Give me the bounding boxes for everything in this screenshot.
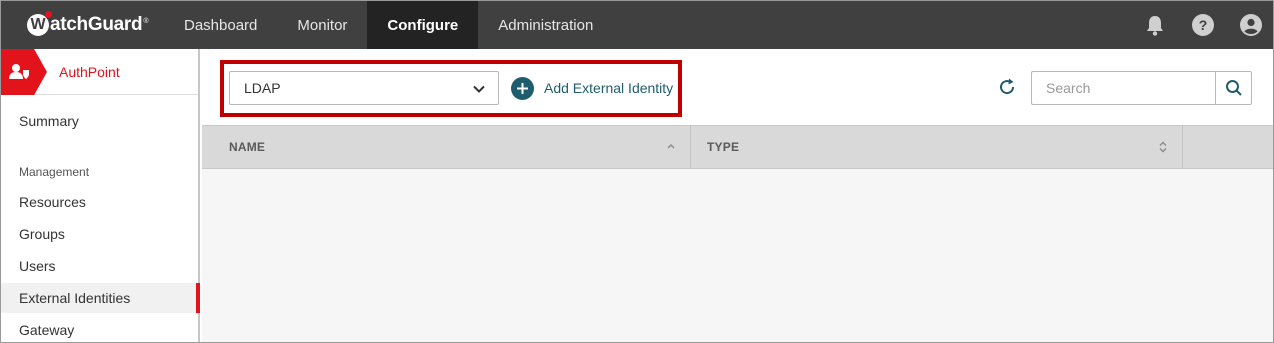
logo-badge: W: [27, 11, 52, 36]
nav-monitor[interactable]: Monitor: [277, 1, 367, 49]
search-input[interactable]: [1032, 72, 1215, 104]
column-header-name[interactable]: NAME: [202, 126, 691, 168]
sidebar: AuthPoint Summary Management Resources G…: [1, 49, 200, 342]
column-header-type-label: TYPE: [707, 140, 740, 154]
sidebar-section-management: Management: [19, 165, 90, 179]
plus-circle-icon: [511, 76, 534, 100]
main-content: LDAP Add External Identity Search NAME T…: [202, 49, 1273, 342]
watchguard-logo[interactable]: W atchGuard ®: [27, 11, 149, 39]
add-external-identity-label: Add External Identity: [544, 80, 674, 96]
chevron-down-icon: [473, 85, 485, 93]
sort-icon: [1159, 141, 1167, 153]
sort-ascending-icon: [667, 144, 675, 149]
app-frame: W atchGuard ® Dashboard Monitor Configur…: [0, 0, 1274, 343]
logo-trademark: ®: [143, 17, 149, 25]
account-button[interactable]: [1227, 1, 1273, 49]
app-flag: [1, 49, 47, 95]
add-external-identity-button[interactable]: Add External Identity: [511, 76, 673, 100]
identity-type-value: LDAP: [244, 80, 281, 96]
column-header-type[interactable]: TYPE: [691, 126, 1183, 168]
app-header[interactable]: AuthPoint: [1, 49, 198, 95]
refresh-icon[interactable]: [996, 76, 1018, 98]
logo-text: atchGuard: [50, 14, 143, 35]
search-box: [1031, 71, 1252, 105]
bell-icon: [1147, 16, 1163, 36]
sidebar-item-groups[interactable]: Groups: [1, 219, 198, 249]
nav-configure[interactable]: Configure: [367, 1, 479, 49]
sidebar-item-external-identities[interactable]: External Identities: [1, 283, 200, 313]
app-name: AuthPoint: [59, 64, 120, 80]
toolbar: LDAP Add External Identity: [202, 49, 1273, 125]
sidebar-item-gateway[interactable]: Gateway: [1, 315, 198, 342]
sidebar-item-summary[interactable]: Summary: [1, 106, 198, 136]
nav-dashboard[interactable]: Dashboard: [164, 1, 277, 49]
top-bar: W atchGuard ® Dashboard Monitor Configur…: [1, 1, 1273, 49]
identity-type-select[interactable]: LDAP: [229, 71, 499, 105]
sidebar-item-users[interactable]: Users: [1, 251, 198, 281]
search-icon: [1225, 80, 1242, 96]
column-header-name-label: NAME: [229, 140, 266, 154]
main-nav: Dashboard Monitor Configure Administrati…: [164, 1, 613, 49]
table-header: NAME TYPE: [202, 125, 1273, 169]
notifications-button[interactable]: [1131, 1, 1179, 49]
sidebar-item-resources[interactable]: Resources: [1, 187, 198, 217]
user-icon: [1240, 14, 1262, 36]
help-icon: ?: [1192, 14, 1214, 36]
help-button[interactable]: ?: [1179, 1, 1227, 49]
search-button[interactable]: [1215, 72, 1251, 104]
nav-administration[interactable]: Administration: [478, 1, 613, 49]
top-right-icons: ?: [1131, 1, 1273, 49]
users-icon: [9, 64, 29, 79]
